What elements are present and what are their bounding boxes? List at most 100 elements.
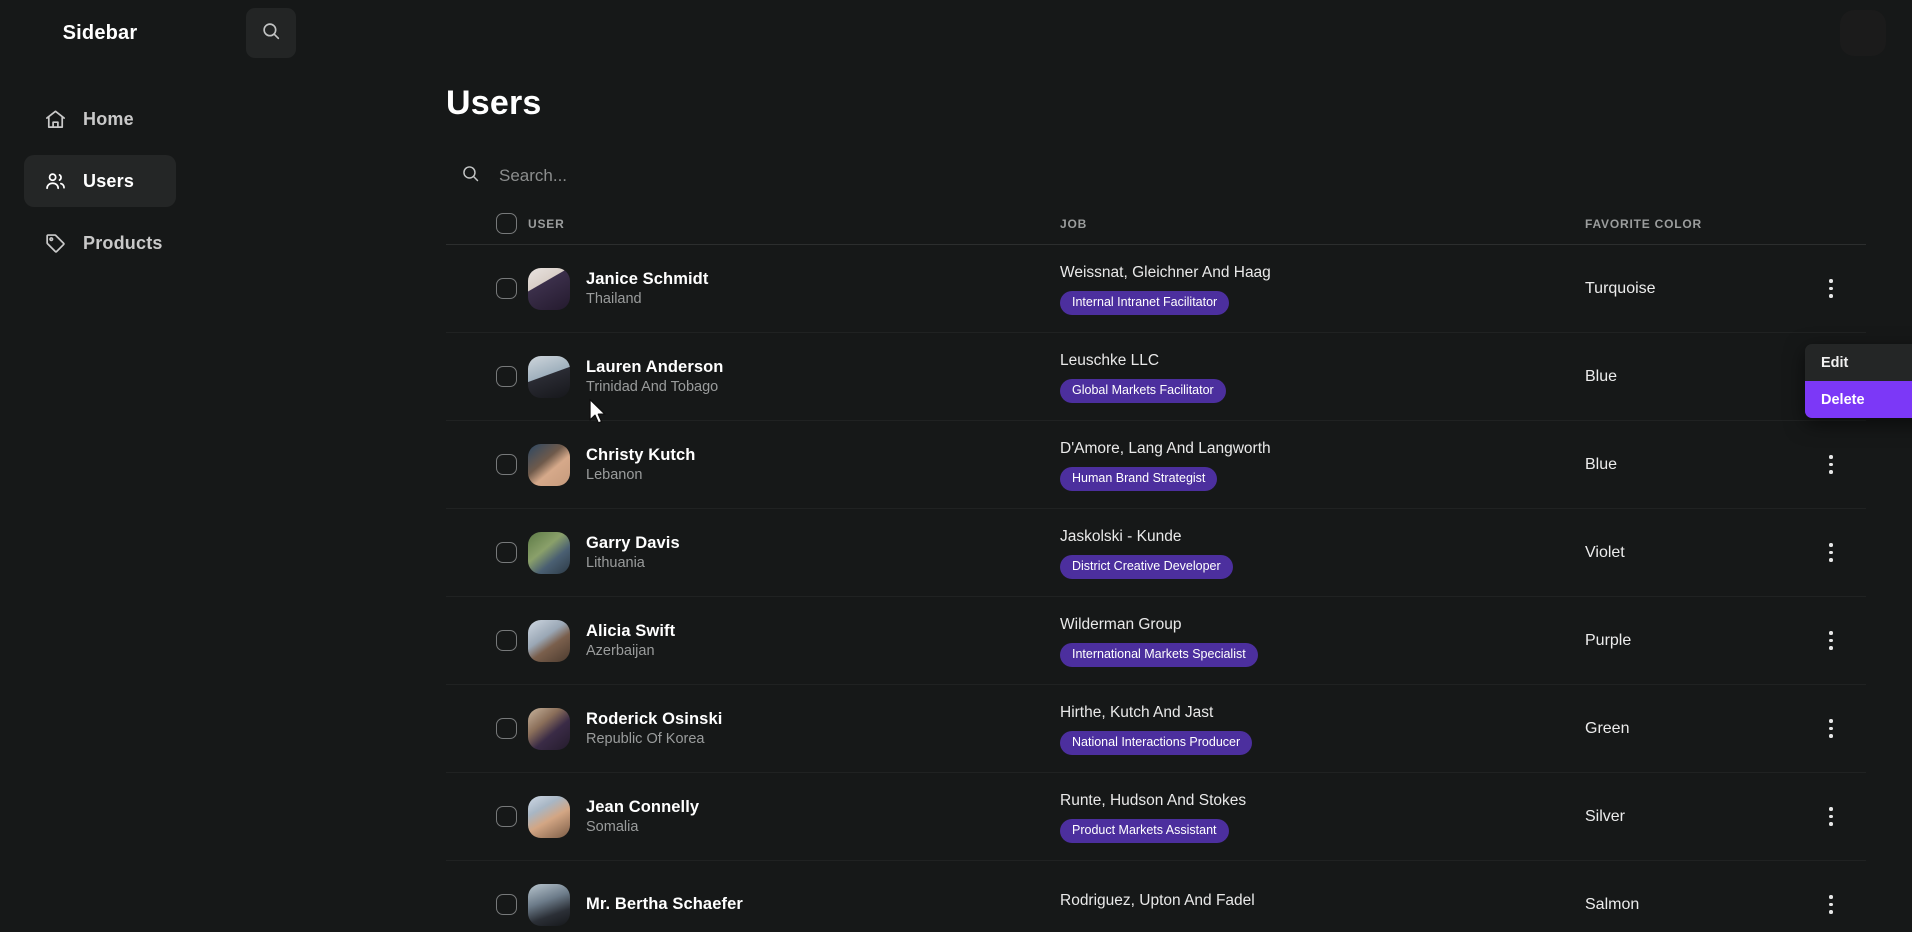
job-cell: Runte, Hudson And Stokes Product Markets … (1060, 790, 1585, 844)
table-body: Janice Schmidt Thailand Weissnat, Gleichne… (446, 245, 1866, 932)
table-row[interactable]: Jean Connelly Somalia Runte, Hudson And St… (446, 773, 1866, 861)
tag-icon (44, 232, 67, 255)
row-checkbox[interactable] (496, 806, 517, 827)
row-actions-cell (1796, 275, 1866, 303)
job-title-badge: National Interactions Producer (1060, 731, 1253, 756)
avatar (528, 619, 570, 662)
user-name: Alicia Swift (586, 621, 676, 640)
job-cell: Weissnat, Gleichner And Haag Internal Int… (1060, 262, 1585, 316)
job-title-badge: International Markets Specialist (1060, 643, 1258, 668)
row-checkbox[interactable] (496, 630, 517, 651)
column-header-job[interactable]: JOB (1060, 217, 1585, 231)
row-menu-button[interactable] (1817, 803, 1845, 831)
sidebar-item-users[interactable]: Users (24, 155, 176, 207)
user-country: Somalia (586, 818, 639, 835)
job-title-badge: District Creative Developer (1060, 555, 1233, 580)
dropdown-item-delete[interactable]: Delete (1805, 381, 1912, 418)
company-name: Weissnat, Gleichner And Haag (1060, 263, 1271, 281)
favorite-color-cell: Turquoise (1585, 280, 1796, 298)
sidebar-item-label-home: Home (83, 108, 134, 129)
avatar (528, 707, 570, 750)
company-name: Hirthe, Kutch And Jast (1060, 703, 1214, 721)
sidebar-nav: Home Users Products (0, 93, 200, 269)
sidebar-item-home[interactable]: Home (24, 93, 176, 145)
job-cell: Jaskolski - Kunde District Creative Devel… (1060, 526, 1585, 580)
search-input[interactable] (499, 166, 919, 186)
row-actions-cell (1796, 715, 1866, 743)
row-checkbox[interactable] (496, 718, 517, 739)
job-title-badge: Internal Intranet Facilitator (1060, 291, 1230, 316)
user-text: Janice Schmidt Thailand (586, 268, 708, 310)
row-actions-cell (1796, 891, 1866, 919)
user-country: Lithuania (586, 554, 645, 571)
favorite-color-value: Silver (1585, 807, 1626, 825)
column-header-user[interactable]: USER (528, 217, 1060, 231)
favorite-color-cell: Salmon (1585, 896, 1796, 914)
table-row[interactable]: Janice Schmidt Thailand Weissnat, Gleichne… (446, 245, 1866, 333)
row-checkbox[interactable] (496, 542, 517, 563)
avatar-image (528, 707, 570, 750)
row-menu-button[interactable] (1817, 715, 1845, 743)
avatar[interactable] (1840, 10, 1886, 56)
sidebar-item-products[interactable]: Products (24, 217, 176, 269)
user-name: Lauren Anderson (586, 357, 724, 376)
row-actions-dropdown: Edit Delete (1805, 344, 1912, 418)
job-cell: Rodriguez, Upton And Fadel (1060, 890, 1585, 920)
user-name: Roderick Osinski (586, 709, 723, 728)
avatar (528, 883, 570, 926)
favorite-color-value: Blue (1585, 367, 1618, 385)
topbar-search-button[interactable] (246, 8, 296, 58)
user-cell: Christy Kutch Lebanon (528, 443, 1060, 486)
favorite-color-cell: Silver (1585, 808, 1796, 826)
row-menu-button[interactable] (1817, 627, 1845, 655)
row-checkbox[interactable] (496, 278, 517, 299)
user-text: Alicia Swift Azerbaijan (586, 620, 675, 662)
avatar-image (528, 531, 570, 574)
dropdown-item-edit[interactable]: Edit (1805, 344, 1912, 381)
job-cell: Wilderman Group International Markets Spe… (1060, 614, 1585, 668)
company-name: D'Amore, Lang And Langworth (1060, 439, 1271, 457)
row-actions-cell (1796, 627, 1866, 655)
table-row[interactable]: Lauren Anderson Trinidad And Tobago Leusch… (446, 333, 1866, 421)
table-row[interactable]: Roderick Osinski Republic Of Korea Hirthe,… (446, 685, 1866, 773)
user-cell: Roderick Osinski Republic Of Korea (528, 707, 1060, 750)
row-select-cell (446, 894, 528, 915)
table-row[interactable]: Garry Davis Lithuania Jaskolski - Kunde Dis… (446, 509, 1866, 597)
user-text: Christy Kutch Lebanon (586, 444, 695, 486)
row-menu-button[interactable] (1817, 539, 1845, 567)
row-checkbox[interactable] (496, 454, 517, 475)
table-row[interactable]: Christy Kutch Lebanon D'Amore, Lang And La… (446, 421, 1866, 509)
row-checkbox[interactable] (496, 894, 517, 915)
avatar-image (528, 267, 570, 310)
company-name: Leuschke LLC (1060, 351, 1160, 369)
user-country: Azerbaijan (586, 642, 655, 659)
favorite-color-cell: Green (1585, 720, 1796, 738)
user-name: Janice Schmidt (586, 269, 709, 288)
favorite-color-cell: Blue (1585, 456, 1796, 474)
row-menu-button[interactable] (1817, 451, 1845, 479)
company-name: Wilderman Group (1060, 615, 1182, 633)
row-menu-button[interactable] (1817, 891, 1845, 919)
company-name: Runte, Hudson And Stokes (1060, 791, 1247, 809)
company-name: Rodriguez, Upton And Fadel (1060, 891, 1255, 909)
user-cell: Mr. Bertha Schaefer (528, 883, 1060, 926)
favorite-color-value: Turquoise (1585, 279, 1656, 297)
row-actions-cell (1796, 451, 1866, 479)
table-row[interactable]: Alicia Swift Azerbaijan Wilderman Group Int… (446, 597, 1866, 685)
row-menu-button[interactable] (1817, 275, 1845, 303)
header-select-all-cell (446, 213, 528, 234)
avatar-image (528, 619, 570, 662)
row-select-cell (446, 542, 528, 563)
row-checkbox[interactable] (496, 366, 517, 387)
page-title: Users (446, 84, 542, 122)
user-cell: Jean Connelly Somalia (528, 795, 1060, 838)
avatar-image (528, 883, 570, 926)
favorite-color-value: Blue (1585, 455, 1618, 473)
favorite-color-cell: Purple (1585, 632, 1796, 650)
table-row[interactable]: Mr. Bertha Schaefer Rodriguez, Upton And … (446, 861, 1866, 932)
column-header-favorite-color[interactable]: FAVORITE COLOR (1585, 217, 1796, 231)
user-cell: Garry Davis Lithuania (528, 531, 1060, 574)
select-all-checkbox[interactable] (496, 213, 517, 234)
sidebar-item-label-products: Products (83, 232, 163, 253)
row-select-cell (446, 278, 528, 299)
